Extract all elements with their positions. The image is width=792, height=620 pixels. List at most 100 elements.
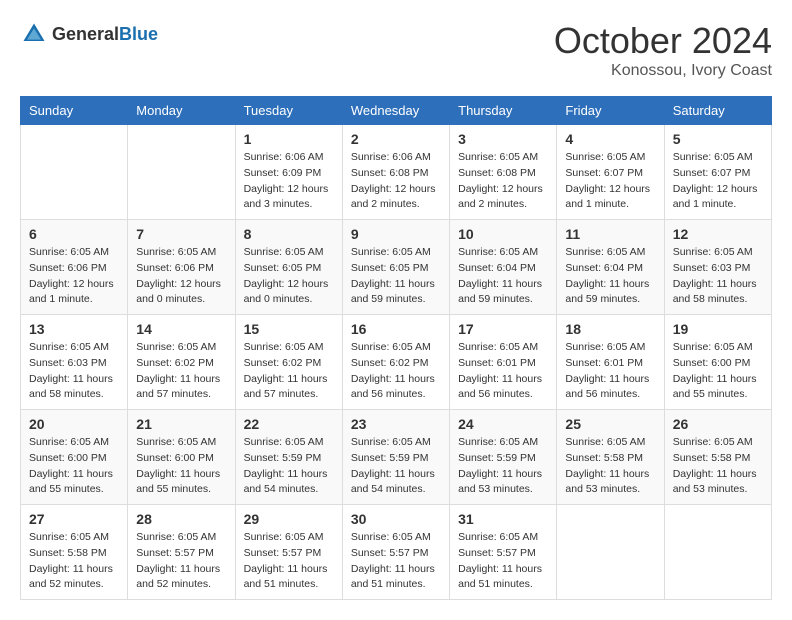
day-number: 29 (244, 511, 334, 527)
calendar-week-row: 20 Sunrise: 6:05 AMSunset: 6:00 PMDayligh… (21, 410, 772, 505)
calendar-cell: 29 Sunrise: 6:05 AMSunset: 5:57 PMDayligh… (235, 505, 342, 600)
day-info: Sunrise: 6:05 AMSunset: 5:57 PMDaylight:… (244, 530, 334, 593)
day-number: 13 (29, 321, 119, 337)
day-info: Sunrise: 6:05 AMSunset: 6:07 PMDaylight:… (565, 150, 655, 213)
day-info: Sunrise: 6:05 AMSunset: 6:00 PMDaylight:… (136, 435, 226, 498)
day-info: Sunrise: 6:05 AMSunset: 6:01 PMDaylight:… (458, 340, 548, 403)
day-number: 21 (136, 416, 226, 432)
header: GeneralBlue October 2024 Konossou, Ivory… (20, 20, 772, 80)
day-number: 3 (458, 131, 548, 147)
day-info: Sunrise: 6:05 AMSunset: 6:02 PMDaylight:… (136, 340, 226, 403)
day-info: Sunrise: 6:05 AMSunset: 5:59 PMDaylight:… (244, 435, 334, 498)
day-number: 10 (458, 226, 548, 242)
weekday-header-thursday: Thursday (450, 97, 557, 125)
day-number: 18 (565, 321, 655, 337)
day-info: Sunrise: 6:05 AMSunset: 6:07 PMDaylight:… (673, 150, 763, 213)
calendar-week-row: 27 Sunrise: 6:05 AMSunset: 5:58 PMDayligh… (21, 505, 772, 600)
calendar-cell: 27 Sunrise: 6:05 AMSunset: 5:58 PMDayligh… (21, 505, 128, 600)
day-number: 23 (351, 416, 441, 432)
day-info: Sunrise: 6:05 AMSunset: 6:05 PMDaylight:… (244, 245, 334, 308)
calendar-cell: 1 Sunrise: 6:06 AMSunset: 6:09 PMDaylight… (235, 125, 342, 220)
day-number: 30 (351, 511, 441, 527)
day-info: Sunrise: 6:06 AMSunset: 6:08 PMDaylight:… (351, 150, 441, 213)
weekday-header-wednesday: Wednesday (342, 97, 449, 125)
location-title: Konossou, Ivory Coast (554, 62, 772, 80)
day-info: Sunrise: 6:06 AMSunset: 6:09 PMDaylight:… (244, 150, 334, 213)
weekday-header-monday: Monday (128, 97, 235, 125)
day-number: 15 (244, 321, 334, 337)
day-info: Sunrise: 6:05 AMSunset: 5:58 PMDaylight:… (565, 435, 655, 498)
calendar-cell (664, 505, 771, 600)
logo: GeneralBlue (20, 20, 158, 48)
logo-icon (20, 20, 48, 48)
calendar-cell (128, 125, 235, 220)
calendar-week-row: 13 Sunrise: 6:05 AMSunset: 6:03 PMDayligh… (21, 315, 772, 410)
day-number: 16 (351, 321, 441, 337)
day-info: Sunrise: 6:05 AMSunset: 5:58 PMDaylight:… (29, 530, 119, 593)
day-number: 6 (29, 226, 119, 242)
day-number: 31 (458, 511, 548, 527)
day-number: 9 (351, 226, 441, 242)
day-info: Sunrise: 6:05 AMSunset: 5:59 PMDaylight:… (458, 435, 548, 498)
calendar-week-row: 1 Sunrise: 6:06 AMSunset: 6:09 PMDaylight… (21, 125, 772, 220)
day-number: 27 (29, 511, 119, 527)
title-area: October 2024 Konossou, Ivory Coast (554, 20, 772, 80)
calendar-cell: 23Sunrise: 6:05 AMSunset: 5:59 PMDayligh… (342, 410, 449, 505)
calendar-table: SundayMondayTuesdayWednesdayThursdayFrid… (20, 96, 772, 600)
calendar-cell: 16 Sunrise: 6:05 AMSunset: 6:02 PMDayligh… (342, 315, 449, 410)
calendar-cell: 20 Sunrise: 6:05 AMSunset: 6:00 PMDayligh… (21, 410, 128, 505)
calendar-cell: 26Sunrise: 6:05 AMSunset: 5:58 PMDayligh… (664, 410, 771, 505)
day-number: 24 (458, 416, 548, 432)
day-info: Sunrise: 6:05 AMSunset: 6:00 PMDaylight:… (29, 435, 119, 498)
day-info: Sunrise: 6:05 AMSunset: 6:01 PMDaylight:… (565, 340, 655, 403)
calendar-cell: 6Sunrise: 6:05 AMSunset: 6:06 PMDaylight… (21, 220, 128, 315)
calendar-cell: 10 Sunrise: 6:05 AMSunset: 6:04 PMDayligh… (450, 220, 557, 315)
calendar-cell: 28Sunrise: 6:05 AMSunset: 5:57 PMDayligh… (128, 505, 235, 600)
day-number: 2 (351, 131, 441, 147)
calendar-cell: 4 Sunrise: 6:05 AMSunset: 6:07 PMDaylight… (557, 125, 664, 220)
day-info: Sunrise: 6:05 AMSunset: 6:02 PMDaylight:… (351, 340, 441, 403)
calendar-cell: 8 Sunrise: 6:05 AMSunset: 6:05 PMDaylight… (235, 220, 342, 315)
calendar-cell: 2 Sunrise: 6:06 AMSunset: 6:08 PMDaylight… (342, 125, 449, 220)
calendar-cell: 25 Sunrise: 6:05 AMSunset: 5:58 PMDayligh… (557, 410, 664, 505)
day-number: 22 (244, 416, 334, 432)
day-info: Sunrise: 6:05 AMSunset: 6:02 PMDaylight:… (244, 340, 334, 403)
calendar-cell (557, 505, 664, 600)
weekday-header-row: SundayMondayTuesdayWednesdayThursdayFrid… (21, 97, 772, 125)
weekday-header-tuesday: Tuesday (235, 97, 342, 125)
weekday-header-sunday: Sunday (21, 97, 128, 125)
day-number: 11 (565, 226, 655, 242)
month-year-title: October 2024 (554, 20, 772, 62)
calendar-cell: 3 Sunrise: 6:05 AMSunset: 6:08 PMDaylight… (450, 125, 557, 220)
day-info: Sunrise: 6:05 AMSunset: 5:57 PMDaylight:… (458, 530, 548, 593)
calendar-cell: 24 Sunrise: 6:05 AMSunset: 5:59 PMDayligh… (450, 410, 557, 505)
day-number: 20 (29, 416, 119, 432)
calendar-cell: 13 Sunrise: 6:05 AMSunset: 6:03 PMDayligh… (21, 315, 128, 410)
day-number: 8 (244, 226, 334, 242)
calendar-week-row: 6 Sunrise: 6:05 AMSunset: 6:06 PMDaylight… (21, 220, 772, 315)
calendar-cell: 14 Sunrise: 6:05 AMSunset: 6:02 PMDayligh… (128, 315, 235, 410)
day-info: Sunrise: 6:05 AMSunset: 6:03 PMDaylight:… (673, 245, 763, 308)
day-number: 28 (136, 511, 226, 527)
day-number: 25 (565, 416, 655, 432)
day-number: 14 (136, 321, 226, 337)
day-info: Sunrise: 6:05 AMSunset: 6:04 PMDaylight:… (565, 245, 655, 308)
day-info: Sunrise: 6:05 AMSunset: 5:57 PMDaylight:… (351, 530, 441, 593)
day-number: 1 (244, 131, 334, 147)
day-number: 5 (673, 131, 763, 147)
day-info: Sunrise: 6:05 AMSunset: 6:08 PMDaylight:… (458, 150, 548, 213)
day-number: 17 (458, 321, 548, 337)
day-number: 4 (565, 131, 655, 147)
day-info: Sunrise: 6:05 AMSunset: 6:03 PMDaylight:… (29, 340, 119, 403)
calendar-cell: 7Sunrise: 6:05 AMSunset: 6:06 PMDaylight… (128, 220, 235, 315)
calendar-cell: 11 Sunrise: 6:05 AMSunset: 6:04 PMDayligh… (557, 220, 664, 315)
logo-text-blue: Blue (119, 24, 158, 44)
day-info: Sunrise: 6:05 AMSunset: 6:04 PMDaylight:… (458, 245, 548, 308)
logo-text-general: General (52, 24, 119, 44)
day-info: Sunrise: 6:05 AMSunset: 6:06 PMDaylight:… (136, 245, 226, 308)
calendar-cell (21, 125, 128, 220)
calendar-cell: 30 Sunrise: 6:05 AMSunset: 5:57 PMDayligh… (342, 505, 449, 600)
calendar-cell: 15 Sunrise: 6:05 AMSunset: 6:02 PMDayligh… (235, 315, 342, 410)
weekday-header-friday: Friday (557, 97, 664, 125)
day-number: 19 (673, 321, 763, 337)
